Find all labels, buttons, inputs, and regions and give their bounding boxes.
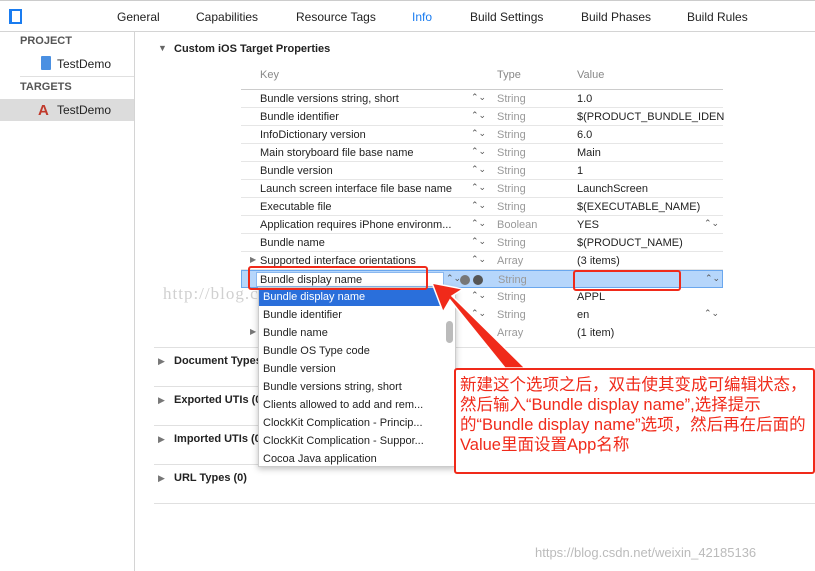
annotation-note: 新建这个选项之后，双击使其变成可编辑状态，然后输入“Bundle display… [454, 368, 815, 474]
annotation-arrow [430, 282, 527, 369]
watermark: https://blog.csdn.net/weixin_42185136 [535, 545, 757, 560]
